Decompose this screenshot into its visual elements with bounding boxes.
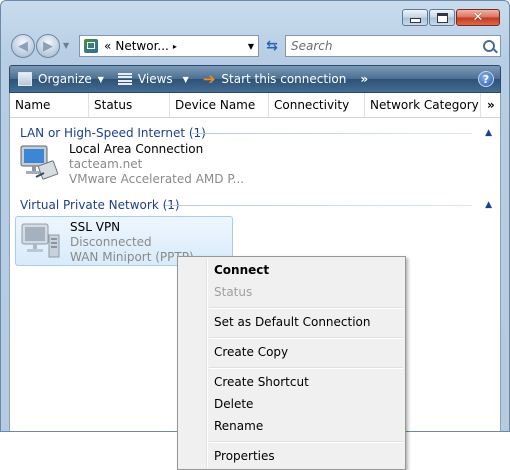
menu-item-set-default[interactable]: Set as Default Connection [214,311,371,333]
connection-device: VMware Accelerated AMD P... [69,172,245,186]
connection-domain: tacteam.net [69,157,143,171]
close-icon: ✕ [472,10,484,25]
views-icon [117,72,132,86]
column-header-device-name[interactable]: Device Name [170,93,269,117]
menu-item-create-shortcut[interactable]: Create Shortcut [214,371,309,393]
menu-item-delete[interactable]: Delete [214,393,253,415]
organize-button[interactable]: Organize ▼ [18,66,104,92]
toolbar-more-button[interactable]: » [360,72,368,86]
menu-separator [209,337,403,339]
connection-name: SSL VPN [70,220,121,234]
group-divider [165,205,472,206]
column-header-connectivity[interactable]: Connectivity [269,93,365,117]
collapse-vpn-icon[interactable]: ▲ [485,196,492,214]
address-text[interactable]: Networ... [115,39,169,53]
connection-status: Disconnected [70,235,152,249]
start-connection-label: Start this connection [221,72,347,86]
network-folder-icon [84,39,98,53]
maximize-icon [430,10,454,25]
column-header-more[interactable]: » [481,93,495,117]
maximize-button[interactable] [429,9,455,26]
address-row: ◀ ▶ ▼ « Networ... ▸ ▼ ⇆ Search [9,33,501,59]
organize-icon [18,72,32,86]
column-header-name[interactable]: Name [10,93,89,117]
search-icon[interactable] [483,40,495,52]
address-bar[interactable]: « Networ... ▸ ▼ [79,35,259,57]
menu-item-properties[interactable]: Properties [214,445,275,467]
minimize-icon [403,10,427,25]
menu-item-create-copy[interactable]: Create Copy [214,341,288,363]
forward-arrow-icon: ▶ [43,38,53,54]
start-arrow-icon: ➔ [202,70,216,88]
refresh-button[interactable]: ⇆ [261,35,283,57]
connection-device: WAN Miniport (PPTP) [70,250,194,264]
context-menu: Connect Status Set as Default Connection… [177,256,406,470]
start-connection-button[interactable]: ➔ Start this connection [203,66,347,92]
close-button[interactable]: ✕ [456,9,500,26]
menu-item-connect[interactable]: Connect [214,259,269,281]
help-icon[interactable]: ? [478,71,494,87]
menu-separator [209,367,403,369]
group-header-vpn[interactable]: Virtual Private Network (1) ▲ [10,196,500,214]
address-dropdown-icon[interactable]: ▼ [248,42,254,51]
minimize-button[interactable] [402,9,428,26]
menu-item-rename[interactable]: Rename [214,415,263,437]
views-label: Views [137,72,173,86]
collapse-lan-icon[interactable]: ▲ [485,124,492,142]
views-dropdown-icon: ▼ [182,74,189,84]
views-button[interactable]: Views ▼ [117,66,189,92]
column-header-status[interactable]: Status [89,93,170,117]
organize-label: Organize [38,72,92,86]
search-placeholder: Search [291,39,333,53]
command-bar: Organize ▼ Views ▼ ➔ Start this connecti… [9,65,501,93]
list-item-local-area-connection[interactable]: Local Area Connection tacteam.net VMware… [15,139,244,189]
item-text: SSL VPN Disconnected WAN Miniport (PPTP) [70,220,194,265]
vpn-connection-icon [21,223,60,258]
group-title-vpn: Virtual Private Network (1) [20,198,180,212]
connection-name: Local Area Connection [69,142,204,156]
column-header-network-category[interactable]: Network Category [365,93,481,117]
network-adapter-icon [20,145,59,180]
back-arrow-icon: ◀ [18,38,28,54]
forward-button[interactable]: ▶ [36,34,60,58]
recent-pages-dropdown-icon[interactable]: ▼ [63,41,69,50]
menu-separator [209,441,403,443]
group-divider [192,133,472,134]
group-title-lan: LAN or High-Speed Internet (1) [20,126,206,140]
search-input[interactable]: Search [285,35,501,57]
item-text: Local Area Connection tacteam.net VMware… [69,142,244,187]
column-headers: Name Status Device Name Connectivity Net… [10,93,500,118]
menu-item-status: Status [214,285,253,299]
menu-separator [209,307,403,309]
organize-dropdown-icon: ▼ [97,74,104,84]
breadcrumb-chevron-icon[interactable]: ▸ [173,42,177,51]
address-prefix: « [104,39,112,53]
back-button[interactable]: ◀ [11,34,35,58]
refresh-icon: ⇆ [266,38,278,54]
caption-buttons: ✕ [402,9,500,26]
